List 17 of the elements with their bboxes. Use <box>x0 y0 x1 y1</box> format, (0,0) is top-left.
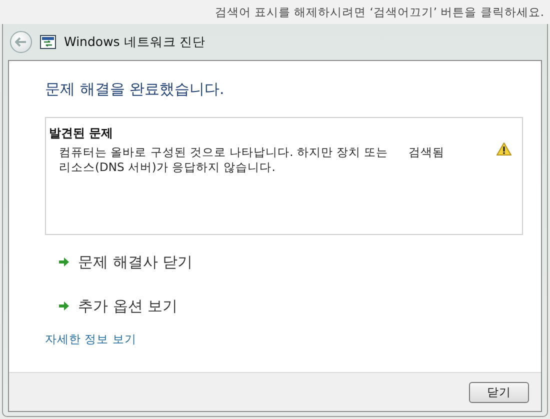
network-diagnostics-icon <box>40 35 56 49</box>
warning-icon <box>496 142 512 156</box>
window-title: Windows 네트워크 진단 <box>64 34 206 50</box>
details-link[interactable]: 자세한 정보 보기 <box>45 332 136 347</box>
option-link[interactable]: 문제 해결사 닫기 <box>78 252 193 272</box>
back-button[interactable] <box>10 31 32 53</box>
problem-description: 리소스(DNS 서버)가 응답하지 않습니다. <box>59 160 276 174</box>
arrow-icon <box>58 256 70 268</box>
problem-description: 컴퓨터는 올바로 구성된 것으로 나타납니다. 하지만 장치 또는 <box>59 145 388 160</box>
arrow-icon <box>58 300 70 312</box>
status-heading: 문제 해결을 완료했습니다. <box>45 80 226 100</box>
problem-description: 검색됨 <box>408 145 444 160</box>
close-button[interactable]: 닫기 <box>469 382 529 402</box>
back-arrow-icon <box>15 37 27 47</box>
option-link[interactable]: 추가 옵션 보기 <box>78 296 178 316</box>
found-problems-label: 발견된 문제 <box>49 125 114 142</box>
search-hint-text: 검색어 표시를 해제하시려면 ‘검색어끄기’ 버튼을 클릭하세요. <box>214 4 544 20</box>
